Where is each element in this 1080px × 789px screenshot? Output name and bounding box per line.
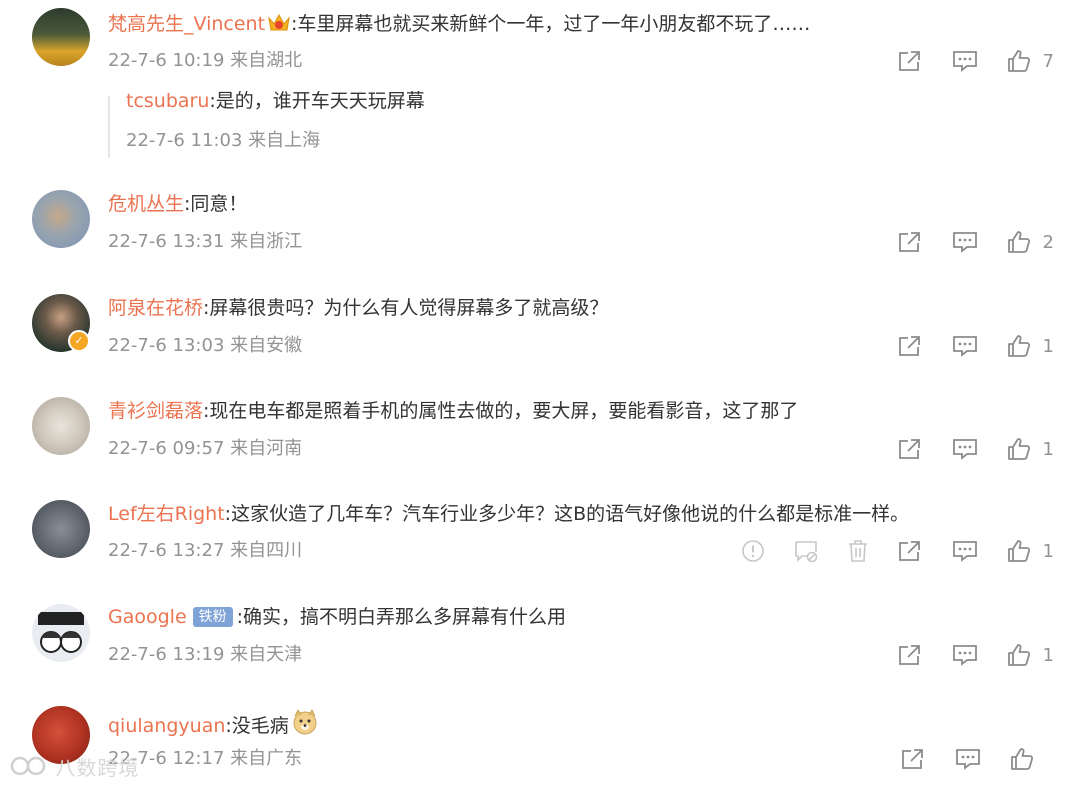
username[interactable]: 阿泉在花桥	[108, 297, 203, 319]
comment-meta: 22-7-6 13:03 来自安徽	[108, 335, 303, 356]
reply-button[interactable]	[954, 747, 982, 771]
comment-meta: 22-7-6 10:19 来自湖北	[108, 50, 303, 71]
reply-button[interactable]	[951, 230, 979, 254]
reply-button[interactable]	[951, 539, 979, 563]
like-button[interactable]: 2	[1007, 230, 1054, 254]
like-button[interactable]: 1	[1007, 334, 1054, 358]
reply-thread: tcsubaru:是的，谁开车天天玩屏幕 22-7-6 11:03 来自上海	[108, 90, 425, 158]
comment-actions: 7	[869, 47, 1054, 75]
comment-actions	[872, 745, 1056, 773]
comment-meta: 22-7-6 13:27 来自四川	[108, 540, 303, 561]
watermark-text: 八数跨境	[55, 756, 140, 780]
verified-badge-icon: ✓	[68, 330, 90, 352]
like-count: 7	[1042, 50, 1054, 72]
reply-text: :是的，谁开车天天玩屏幕	[209, 90, 425, 112]
like-button[interactable]: 7	[1007, 49, 1054, 73]
reply-username[interactable]: tcsubaru	[126, 90, 209, 112]
share-button[interactable]	[897, 334, 923, 358]
watermark: 八数跨境	[10, 752, 139, 783]
like-count: 1	[1042, 644, 1054, 666]
like-count: 2	[1042, 231, 1054, 253]
comment-actions: 2	[869, 228, 1054, 256]
report-button[interactable]	[741, 539, 765, 563]
share-button[interactable]	[900, 747, 926, 771]
block-button[interactable]	[793, 539, 819, 563]
reply-meta: 22-7-6 11:03 来自上海	[126, 130, 321, 151]
share-button[interactable]	[897, 643, 923, 667]
comment-text: :同意！	[184, 193, 248, 215]
like-button[interactable]: 1	[1007, 437, 1054, 461]
like-count: 1	[1042, 540, 1054, 562]
comment-actions: 1	[869, 435, 1054, 463]
like-button[interactable]: 1	[1007, 643, 1054, 667]
avatar[interactable]	[32, 500, 90, 558]
share-button[interactable]	[897, 230, 923, 254]
delete-button[interactable]	[847, 539, 869, 563]
reply-button[interactable]	[951, 643, 979, 667]
cartoon-avatar-icon	[38, 612, 84, 653]
reply-button[interactable]	[951, 437, 979, 461]
username[interactable]: Gaoogle	[108, 606, 187, 628]
like-button[interactable]: 1	[1007, 539, 1054, 563]
comment-meta: 22-7-6 13:31 来自浙江	[108, 231, 303, 252]
like-count: 1	[1042, 335, 1054, 357]
username[interactable]: Lef左右Right	[108, 503, 225, 525]
reply-button[interactable]	[951, 49, 979, 73]
avatar[interactable]	[32, 397, 90, 455]
comment-text: :屏幕很贵吗？为什么有人觉得屏幕多了就高级？	[203, 297, 609, 319]
comment-meta: 22-7-6 09:57 来自河南	[108, 438, 303, 459]
username[interactable]: qiulangyuan	[108, 715, 225, 737]
comment-meta: 22-7-6 13:19 来自天津	[108, 644, 303, 665]
username[interactable]: 危机丛生	[108, 193, 184, 215]
comment-text: :确实，搞不明白弄那么多屏幕有什么用	[236, 606, 567, 628]
avatar[interactable]	[32, 8, 90, 66]
comment-actions: 1	[869, 332, 1054, 360]
doge-emoji-icon	[291, 708, 319, 743]
comment-actions: 1	[869, 641, 1054, 669]
reply-button[interactable]	[951, 334, 979, 358]
username[interactable]: 青衫剑磊落	[108, 400, 203, 422]
share-button[interactable]	[897, 437, 923, 461]
username[interactable]: 梵高先生_Vincent	[108, 13, 265, 35]
like-button[interactable]	[1010, 747, 1056, 771]
avatar[interactable]	[32, 190, 90, 248]
comment-text: :现在电车都是照着手机的属性去做的，要大屏，要能看影音，这了那了	[203, 400, 799, 422]
watermark-logo-icon	[10, 754, 48, 783]
comment-text: :没毛病	[225, 715, 289, 737]
share-button[interactable]	[897, 49, 923, 73]
like-count: 1	[1042, 438, 1054, 460]
avatar[interactable]	[32, 604, 90, 662]
fan-badge: 铁粉	[192, 607, 233, 627]
comment-actions: 1	[713, 537, 1054, 565]
share-button[interactable]	[897, 539, 923, 563]
crown-icon	[267, 12, 291, 41]
comment-text: :车里屏幕也就买来新鲜个一年，过了一年小朋友都不玩了……	[291, 13, 811, 35]
avatar[interactable]: ✓	[32, 294, 90, 352]
comment-text: :这家伙造了几年车？汽车行业多少年？这B的语气好像他说的什么都是标准一样。	[224, 503, 910, 525]
